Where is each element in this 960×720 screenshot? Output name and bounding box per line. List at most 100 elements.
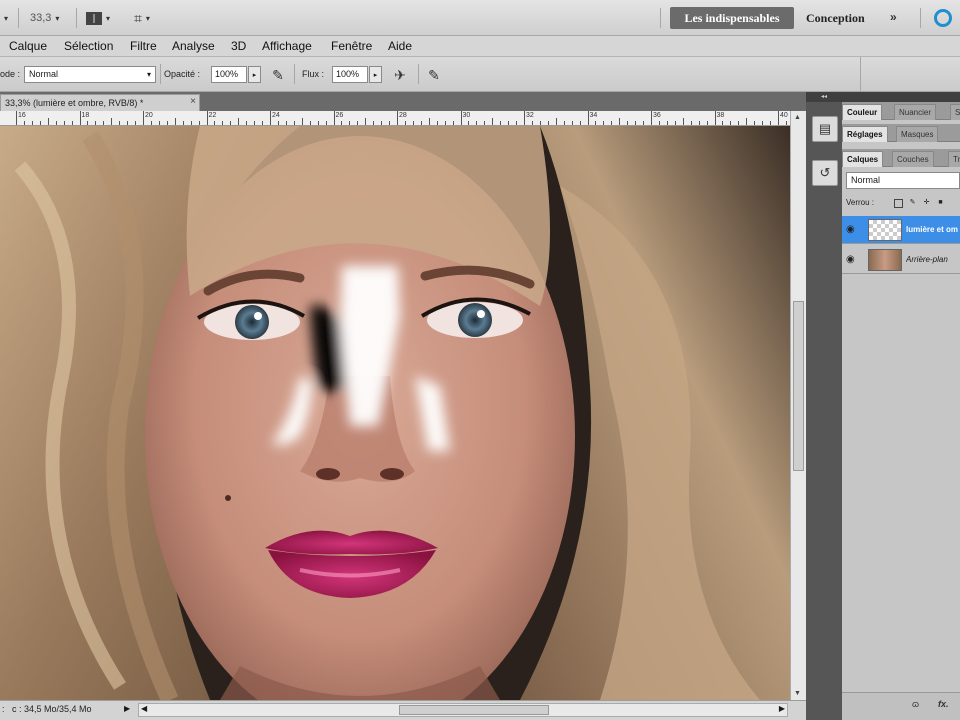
ruler-minor-tick <box>349 121 351 125</box>
menu-aide[interactable]: Aide <box>388 39 412 53</box>
flow-slider-toggle[interactable]: ▸ <box>369 66 382 83</box>
chevron-down-icon: ▾ <box>145 13 150 23</box>
ruler-minor-tick <box>127 121 129 125</box>
separator <box>920 8 921 28</box>
opacity-slider-toggle[interactable]: ▸ <box>248 66 261 83</box>
ruler-minor-tick <box>381 121 383 125</box>
ruler-minor-tick <box>571 121 573 125</box>
ruler-minor-tick <box>317 121 319 125</box>
ruler-label: 30 <box>462 112 471 119</box>
link-layers-icon[interactable]: ɷ <box>912 699 919 709</box>
vertical-scroll-thumb[interactable] <box>793 301 804 471</box>
status-zoom[interactable]: : <box>2 704 5 714</box>
menu-affichage[interactable]: Affichage <box>262 39 312 53</box>
horizontal-scroll-thumb[interactable] <box>399 705 549 715</box>
pressure-opacity-icon[interactable]: ✎ <box>268 65 288 85</box>
zoom-level-dropdown[interactable]: 33,3 ▾ <box>30 9 59 27</box>
menu-filtre[interactable]: Filtre <box>130 39 157 53</box>
eye-icon[interactable]: ◉ <box>846 254 860 266</box>
chevron-down-icon: ▾ <box>146 70 151 79</box>
ruler-minor-tick <box>611 121 613 125</box>
vertical-scrollbar[interactable]: ▲ ▼ <box>790 111 806 700</box>
ruler-minor-tick <box>516 121 518 125</box>
ruler-minor-tick <box>150 121 152 125</box>
status-bar: : c : 34,5 Mo/35,4 Mo ▶ ◀ ▶ <box>0 700 806 720</box>
ruler-minor-tick <box>135 121 137 125</box>
blend-mode-value: Normal <box>29 69 59 79</box>
image-canvas[interactable] <box>0 126 790 700</box>
separator <box>660 8 661 28</box>
menu-calque[interactable]: Calque <box>9 39 47 53</box>
menu-fenetre[interactable]: Fenêtre <box>331 39 372 53</box>
ruler-minor-tick <box>730 121 732 125</box>
ruler-minor-tick <box>539 121 541 125</box>
mode-label: ode : <box>0 69 21 79</box>
scroll-down-arrow-icon[interactable]: ▼ <box>794 690 801 697</box>
status-menu-arrow-icon[interactable]: ▶ <box>124 704 130 713</box>
ruler-minor-tick <box>785 121 787 125</box>
lock-pixels-icon[interactable]: ✎ <box>908 199 917 208</box>
menu-selection[interactable]: Sélection <box>64 39 113 53</box>
screen-mode-button[interactable]: ⌗ ▾ <box>134 9 150 27</box>
ruler-minor-tick <box>119 121 121 125</box>
ruler-label: 18 <box>81 112 90 119</box>
menu-bar: Calque Sélection Filtre Analyse 3D Affic… <box>0 36 960 57</box>
menu-analyse[interactable]: Analyse <box>172 39 215 53</box>
ruler-major-tick <box>270 111 271 125</box>
ruler-minor-tick <box>373 121 375 125</box>
ruler-minor-tick <box>547 121 549 125</box>
histogram-panel-icon[interactable]: ▤ <box>812 116 838 142</box>
scroll-right-arrow-icon[interactable]: ▶ <box>779 704 785 713</box>
panels-column: Couleur Nuancier Styles Réglages Masques… <box>842 92 960 720</box>
tab-traces[interactable]: Tracés <box>948 151 960 167</box>
lock-position-icon[interactable]: ✛ <box>922 199 931 208</box>
cs-live-icon[interactable] <box>934 9 952 27</box>
arrange-documents-button[interactable]: ▾ <box>86 9 110 27</box>
ruler-label: 16 <box>18 112 26 119</box>
close-icon[interactable]: × <box>190 96 196 107</box>
lock-transparency-icon[interactable] <box>894 199 903 208</box>
ruler-minor-tick <box>222 121 224 125</box>
tab-reglages[interactable]: Réglages <box>842 126 888 142</box>
ruler-minor-tick <box>325 121 327 125</box>
flow-input[interactable]: 100% <box>332 66 368 83</box>
collapse-icon[interactable]: ◂◂ <box>806 92 842 102</box>
document-window: 33,3% (lumière et ombre, RVB/8) * × 16 18… <box>0 92 806 720</box>
blend-mode-select[interactable]: Normal ▾ <box>24 66 156 83</box>
menu-3d[interactable]: 3D <box>231 39 246 53</box>
tab-masques[interactable]: Masques <box>896 126 939 142</box>
chevron-down-icon: ▾ <box>106 13 111 23</box>
layers-panel-footer: ɷ fx. <box>842 692 960 720</box>
tab-couleur[interactable]: Couleur <box>842 104 883 120</box>
ruler-minor-tick <box>389 121 391 125</box>
separator <box>860 57 861 92</box>
layer-row-arriere-plan[interactable]: ◉ Arrière-plan <box>842 246 960 274</box>
workspace-essentials-button[interactable]: Les indispensables <box>670 7 794 29</box>
tab-couches[interactable]: Couches <box>892 151 934 167</box>
history-panel-icon[interactable]: ↺ <box>812 160 838 186</box>
ruler-minor-tick <box>698 121 700 125</box>
layer-blend-mode-select[interactable]: Normal <box>846 172 960 189</box>
pressure-size-icon[interactable]: ✎ <box>424 65 444 85</box>
scroll-up-arrow-icon[interactable]: ▲ <box>794 114 801 121</box>
fx-icon[interactable]: fx. <box>938 699 949 709</box>
ruler-minor-tick <box>277 121 279 125</box>
horizontal-scrollbar[interactable]: ◀ ▶ <box>138 703 788 717</box>
scroll-left-arrow-icon[interactable]: ◀ <box>141 704 147 713</box>
ruler-minor-tick <box>39 121 41 125</box>
eye-icon[interactable]: ◉ <box>846 224 860 236</box>
tab-calques[interactable]: Calques <box>842 151 884 167</box>
airbrush-icon[interactable]: ✈ <box>390 65 410 85</box>
opacity-input[interactable]: 100% <box>211 66 247 83</box>
document-tab[interactable]: 33,3% (lumière et ombre, RVB/8) * × <box>0 94 200 111</box>
ruler-minor-tick <box>468 121 470 125</box>
more-workspaces-button[interactable]: » <box>890 10 897 24</box>
tab-styles[interactable]: Styles <box>950 104 960 120</box>
workspace-design-button[interactable]: Conception <box>806 7 865 29</box>
layer-row-lumiere-et-ombre[interactable]: ◉ lumière et ombre <box>842 216 960 244</box>
app-menu-tail[interactable]: ▾ <box>4 9 8 27</box>
ruler-minor-tick <box>619 118 621 125</box>
lock-all-icon[interactable]: ■ <box>936 199 945 208</box>
tab-nuancier[interactable]: Nuancier <box>894 104 937 120</box>
ruler-minor-tick <box>428 118 430 125</box>
